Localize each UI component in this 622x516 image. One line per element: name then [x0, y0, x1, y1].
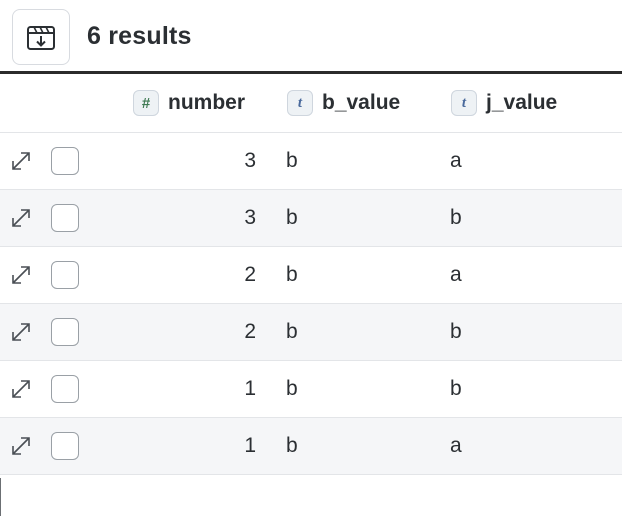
cell-j-value: a — [450, 149, 462, 172]
export-button[interactable] — [12, 9, 70, 65]
table-row: 2 b b — [0, 304, 622, 361]
column-header-number[interactable]: # number — [133, 89, 245, 117]
cell-j-value: b — [450, 377, 462, 400]
row-checkbox[interactable] — [51, 375, 79, 403]
cell-b-value: b — [286, 263, 298, 286]
table-row: 2 b a — [0, 247, 622, 304]
column-label: number — [168, 91, 246, 114]
text-type-icon: t — [451, 90, 477, 116]
download-archive-icon — [27, 26, 55, 50]
cell-number: 2 — [244, 263, 256, 286]
scroll-edge — [0, 478, 1, 516]
expand-icon[interactable] — [9, 149, 33, 173]
expand-icon[interactable] — [9, 263, 33, 287]
cell-b-value: b — [286, 206, 298, 229]
cell-j-value: a — [450, 434, 462, 457]
table-row: 1 b a — [0, 418, 622, 475]
cell-j-value: a — [450, 263, 462, 286]
cell-j-value: b — [450, 206, 462, 229]
expand-icon[interactable] — [9, 434, 33, 458]
column-label: b_value — [322, 91, 401, 114]
column-header-j-value[interactable]: t j_value — [451, 89, 557, 117]
table-row: 1 b b — [0, 361, 622, 418]
cell-b-value: b — [286, 434, 298, 457]
cell-number: 1 — [244, 434, 256, 457]
cell-number: 3 — [244, 149, 256, 172]
results-toolbar: 6 results — [0, 0, 622, 72]
row-checkbox[interactable] — [51, 147, 79, 175]
number-type-icon: # — [133, 90, 159, 116]
cell-number: 1 — [244, 377, 256, 400]
cell-b-value: b — [286, 377, 298, 400]
cell-number: 3 — [244, 206, 256, 229]
cell-b-value: b — [286, 320, 298, 343]
table-row: 3 b b — [0, 190, 622, 247]
cell-j-value: b — [450, 320, 462, 343]
results-count: 6 results — [87, 22, 192, 50]
table-row: 3 b a — [0, 133, 622, 190]
expand-icon[interactable] — [9, 320, 33, 344]
row-checkbox[interactable] — [51, 432, 79, 460]
column-header-b-value[interactable]: t b_value — [287, 89, 400, 117]
row-checkbox[interactable] — [51, 318, 79, 346]
column-label: j_value — [486, 91, 558, 114]
row-checkbox[interactable] — [51, 261, 79, 289]
cell-number: 2 — [244, 320, 256, 343]
table-header: # number t b_value t j_value — [0, 74, 622, 133]
cell-b-value: b — [286, 149, 298, 172]
expand-icon[interactable] — [9, 377, 33, 401]
row-checkbox[interactable] — [51, 204, 79, 232]
expand-icon[interactable] — [9, 206, 33, 230]
table-body: 3 b a 3 b b 2 b a 2 b b 1 b b 1 b a — [0, 133, 622, 475]
text-type-icon: t — [287, 90, 313, 116]
